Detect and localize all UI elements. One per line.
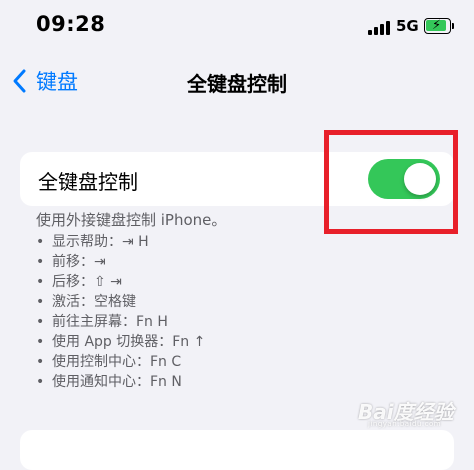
watermark-sub-text: jingyan.baidu.com <box>368 420 442 428</box>
battery-charging-icon: ⚡ <box>424 18 454 34</box>
list-item: • 使用 App 切换器：Fn ↑ <box>36 334 206 350</box>
full-keyboard-access-toggle[interactable] <box>368 159 440 199</box>
baidu-jingyan-watermark: Bai度经验 jingyan.baidu.com <box>358 394 470 434</box>
list-item: • 激活：空格键 <box>36 294 136 310</box>
footer-description: 使用外接键盘控制 iPhone。 • 显示帮助：⇥ H • 前移：⇥ • 后移：⇧ ⇥… <box>36 210 456 392</box>
full-keyboard-access-label: 全键盘控制 <box>38 170 138 194</box>
shortcut-list: • 显示帮助：⇥ H • 前移：⇥ • 后移：⇧ ⇥ • 激活：空格键 • 前往主屏幕：F… <box>36 232 456 392</box>
next-settings-group <box>20 430 454 470</box>
full-keyboard-access-row: 全键盘控制 <box>20 152 454 206</box>
list-item: • 前移：⇥ <box>36 254 106 270</box>
list-item: • 使用控制中心：Fn C <box>36 354 182 370</box>
network-type: 5G <box>396 17 419 35</box>
navigation-bar: 键盘 全键盘控制 <box>0 58 474 106</box>
status-time: 09:28 <box>36 12 106 36</box>
list-item: • 显示帮助：⇥ H <box>36 234 149 250</box>
page-title: 全键盘控制 <box>187 72 287 96</box>
list-item: • 使用通知中心：Fn N <box>36 374 182 390</box>
footer-description-text: 使用外接键盘控制 iPhone。 <box>36 211 227 229</box>
cellular-signal-icon <box>368 21 390 35</box>
list-item: • 后移：⇧ ⇥ <box>36 274 122 290</box>
toggle-knob <box>404 163 436 195</box>
status-bar: 09:28 5G ⚡ <box>0 0 474 56</box>
list-item: • 前往主屏幕：Fn H <box>36 314 168 330</box>
